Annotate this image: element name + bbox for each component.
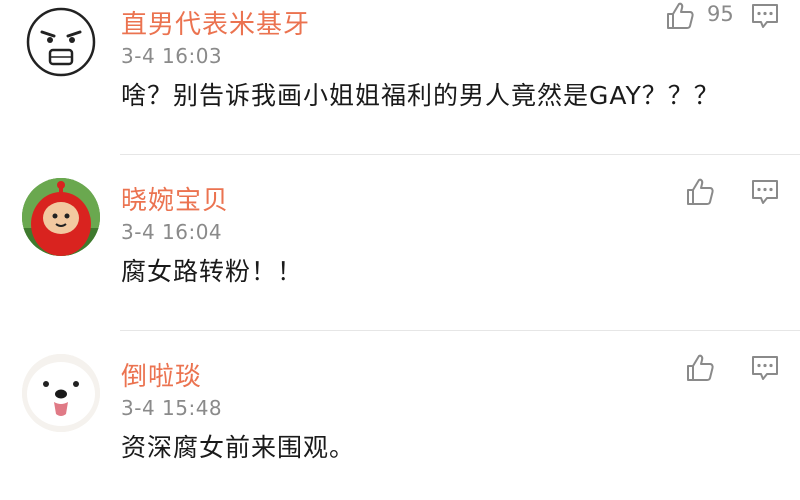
teletubby-avatar-icon — [22, 178, 100, 256]
thumbs-up-icon — [687, 178, 714, 205]
comment-timestamp: 3-4 16:03 — [121, 44, 223, 68]
comment-timestamp: 3-4 16:04 — [121, 220, 223, 244]
comment-bubble-icon — [752, 4, 778, 28]
comment-text: 腐女路转粉！！ — [121, 257, 304, 286]
reply-button[interactable] — [750, 1, 780, 31]
comment-username[interactable]: 直男代表米基牙 — [121, 4, 310, 41]
avatar[interactable] — [22, 178, 100, 256]
comment-bubble-icon — [752, 356, 778, 380]
comment-timestamp: 3-4 15:48 — [121, 396, 223, 420]
comment-bubble-icon — [752, 180, 778, 204]
like-count: 95 — [707, 2, 734, 26]
like-button[interactable] — [664, 0, 696, 32]
comment-item: 晓婉宝贝 3-4 16:04 腐女路转粉！！ — [0, 154, 800, 330]
avatar[interactable] — [22, 2, 100, 80]
cartoon-face-avatar-icon — [26, 7, 96, 77]
like-button[interactable] — [684, 352, 716, 384]
thumbs-up-icon — [667, 2, 694, 29]
comment-username[interactable]: 倒啦琰 — [121, 356, 202, 393]
avatar[interactable] — [22, 354, 100, 432]
thumbs-up-icon — [687, 354, 714, 381]
comment-text: 啥？别告诉我画小姐姐福利的男人竟然是GAY？？？ — [121, 81, 720, 110]
reply-button[interactable] — [750, 353, 780, 383]
comment-item: 直男代表米基牙 3-4 16:03 啥？别告诉我画小姐姐福利的男人竟然是GAY？… — [0, 0, 800, 154]
comment-username[interactable]: 晓婉宝贝 — [121, 180, 229, 217]
white-dog-avatar-icon — [22, 354, 100, 432]
reply-button[interactable] — [750, 177, 780, 207]
like-button[interactable] — [684, 176, 716, 208]
comment-text: 资深腐女前来围观。 — [121, 433, 356, 462]
comment-item: 倒啦琰 3-4 15:48 资深腐女前来围观。 — [0, 330, 800, 500]
